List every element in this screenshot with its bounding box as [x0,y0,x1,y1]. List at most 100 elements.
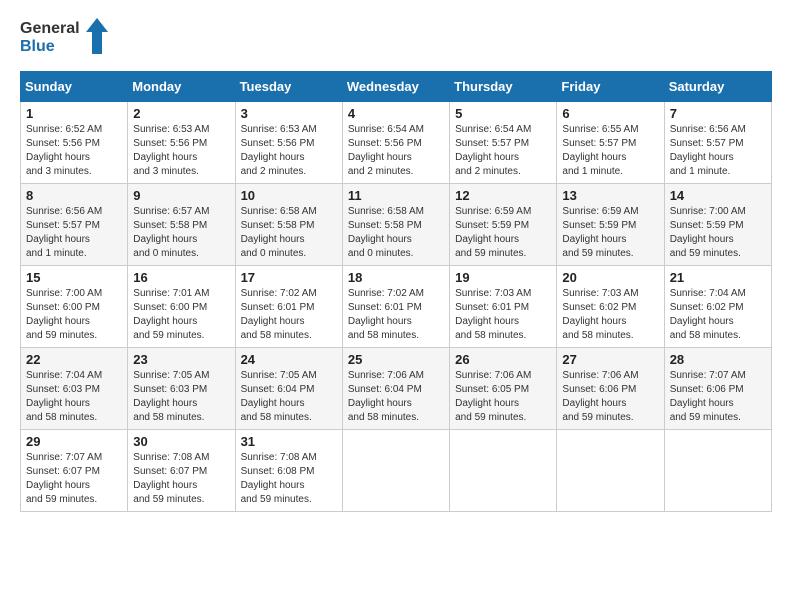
day-detail: Sunrise: 7:06 AMSunset: 6:06 PMDaylight … [562,370,638,423]
day-detail: Sunrise: 7:08 AMSunset: 6:08 PMDaylight … [241,452,317,505]
day-cell: 30Sunrise: 7:08 AMSunset: 6:07 PMDayligh… [128,430,235,512]
day-cell: 19Sunrise: 7:03 AMSunset: 6:01 PMDayligh… [450,266,557,348]
day-header-wednesday: Wednesday [342,72,449,102]
day-number: 28 [670,352,766,367]
day-cell: 14 Sunrise: 7:00 AMSunset: 5:59 PMDayligh… [664,184,771,266]
day-number: 6 [562,106,658,121]
day-detail: Sunrise: 6:59 AMSunset: 5:59 PMDaylight … [455,206,531,259]
day-detail: Sunrise: 7:00 AMSunset: 6:00 PMDaylight … [26,288,102,341]
day-number: 10 [241,188,337,203]
day-number: 31 [241,434,337,449]
day-detail: Sunrise: 7:04 AMSunset: 6:03 PMDaylight … [26,370,102,423]
day-detail: Sunrise: 7:01 AMSunset: 6:00 PMDaylight … [133,288,209,341]
day-cell: 4 Sunrise: 6:54 AMSunset: 5:56 PMDaylight… [342,102,449,184]
day-cell: 6 Sunrise: 6:55 AMSunset: 5:57 PMDaylight… [557,102,664,184]
day-cell: 15 Sunrise: 7:00 AMSunset: 6:00 PMDayligh… [21,266,128,348]
day-cell: 5 Sunrise: 6:54 AMSunset: 5:57 PMDaylight… [450,102,557,184]
day-detail: Sunrise: 6:58 AMSunset: 5:58 PMDaylight … [241,206,317,259]
day-cell: 17Sunrise: 7:02 AMSunset: 6:01 PMDayligh… [235,266,342,348]
day-detail: Sunrise: 6:55 AMSunset: 5:57 PMDaylight … [562,124,638,177]
day-number: 17 [241,270,337,285]
day-detail: Sunrise: 7:02 AMSunset: 6:01 PMDaylight … [348,288,424,341]
day-detail: Sunrise: 7:05 AMSunset: 6:04 PMDaylight … [241,370,317,423]
day-number: 27 [562,352,658,367]
calendar-table: SundayMondayTuesdayWednesdayThursdayFrid… [20,71,772,512]
day-cell: 20 Sunrise: 7:03 AMSunset: 6:02 PMDayligh… [557,266,664,348]
day-cell: 29Sunrise: 7:07 AMSunset: 6:07 PMDayligh… [21,430,128,512]
day-cell: 7Sunrise: 6:56 AMSunset: 5:57 PMDaylight… [664,102,771,184]
day-number: 22 [26,352,122,367]
day-number: 30 [133,434,229,449]
day-cell: 31 Sunrise: 7:08 AMSunset: 6:08 PMDayligh… [235,430,342,512]
day-cell: 23Sunrise: 7:05 AMSunset: 6:03 PMDayligh… [128,348,235,430]
day-number: 14 [670,188,766,203]
page-header: General Blue [20,20,772,55]
day-detail: Sunrise: 6:54 AMSunset: 5:57 PMDaylight … [455,124,531,177]
day-detail: Sunrise: 7:07 AMSunset: 6:06 PMDaylight … [670,370,746,423]
day-number: 20 [562,270,658,285]
day-detail: Sunrise: 7:03 AMSunset: 6:02 PMDaylight … [562,288,638,341]
day-number: 21 [670,270,766,285]
day-detail: Sunrise: 7:03 AMSunset: 6:01 PMDaylight … [455,288,531,341]
week-row-2: 8Sunrise: 6:56 AMSunset: 5:57 PMDaylight… [21,184,772,266]
day-header-thursday: Thursday [450,72,557,102]
day-number: 13 [562,188,658,203]
logo-triangle-icon [86,18,108,54]
day-cell: 13 Sunrise: 6:59 AMSunset: 5:59 PMDayligh… [557,184,664,266]
day-number: 18 [348,270,444,285]
day-detail: Sunrise: 6:58 AMSunset: 5:58 PMDaylight … [348,206,424,259]
day-detail: Sunrise: 7:06 AMSunset: 6:05 PMDaylight … [455,370,531,423]
week-row-3: 15 Sunrise: 7:00 AMSunset: 6:00 PMDayligh… [21,266,772,348]
day-number: 15 [26,270,122,285]
day-cell [664,430,771,512]
day-header-friday: Friday [557,72,664,102]
day-number: 7 [670,106,766,121]
day-detail: Sunrise: 7:00 AMSunset: 5:59 PMDaylight … [670,206,746,259]
day-header-row: SundayMondayTuesdayWednesdayThursdayFrid… [21,72,772,102]
logo-graphic: General Blue [20,20,80,55]
day-cell: 25Sunrise: 7:06 AMSunset: 6:04 PMDayligh… [342,348,449,430]
day-number: 1 [26,106,122,121]
day-cell: 8Sunrise: 6:56 AMSunset: 5:57 PMDaylight… [21,184,128,266]
day-number: 3 [241,106,337,121]
logo-text-blue: Blue [20,38,80,56]
day-number: 29 [26,434,122,449]
day-number: 4 [348,106,444,121]
day-header-tuesday: Tuesday [235,72,342,102]
week-row-1: 1 Sunrise: 6:52 AMSunset: 5:56 PMDaylight… [21,102,772,184]
logo-text-general: General [20,20,80,38]
day-cell: 28 Sunrise: 7:07 AMSunset: 6:06 PMDayligh… [664,348,771,430]
day-header-sunday: Sunday [21,72,128,102]
day-cell: 22 Sunrise: 7:04 AMSunset: 6:03 PMDayligh… [21,348,128,430]
day-detail: Sunrise: 6:59 AMSunset: 5:59 PMDaylight … [562,206,638,259]
day-detail: Sunrise: 6:57 AMSunset: 5:58 PMDaylight … [133,206,209,259]
day-cell: 11 Sunrise: 6:58 AMSunset: 5:58 PMDayligh… [342,184,449,266]
day-cell: 24 Sunrise: 7:05 AMSunset: 6:04 PMDayligh… [235,348,342,430]
day-cell: 3Sunrise: 6:53 AMSunset: 5:56 PMDaylight… [235,102,342,184]
day-number: 11 [348,188,444,203]
day-cell: 16 Sunrise: 7:01 AMSunset: 6:00 PMDayligh… [128,266,235,348]
day-number: 12 [455,188,551,203]
day-detail: Sunrise: 7:05 AMSunset: 6:03 PMDaylight … [133,370,209,423]
day-detail: Sunrise: 6:52 AMSunset: 5:56 PMDaylight … [26,124,102,177]
logo: General Blue [20,20,108,55]
day-detail: Sunrise: 6:54 AMSunset: 5:56 PMDaylight … [348,124,424,177]
day-number: 16 [133,270,229,285]
day-number: 26 [455,352,551,367]
day-cell: 18 Sunrise: 7:02 AMSunset: 6:01 PMDayligh… [342,266,449,348]
day-cell: 27 Sunrise: 7:06 AMSunset: 6:06 PMDayligh… [557,348,664,430]
week-row-4: 22 Sunrise: 7:04 AMSunset: 6:03 PMDayligh… [21,348,772,430]
day-number: 5 [455,106,551,121]
day-number: 25 [348,352,444,367]
day-cell: 9Sunrise: 6:57 AMSunset: 5:58 PMDaylight… [128,184,235,266]
day-number: 24 [241,352,337,367]
day-number: 2 [133,106,229,121]
day-cell: 12 Sunrise: 6:59 AMSunset: 5:59 PMDayligh… [450,184,557,266]
day-cell: 10 Sunrise: 6:58 AMSunset: 5:58 PMDayligh… [235,184,342,266]
day-cell [342,430,449,512]
day-cell: 2Sunrise: 6:53 AMSunset: 5:56 PMDaylight… [128,102,235,184]
day-cell: 21 Sunrise: 7:04 AMSunset: 6:02 PMDayligh… [664,266,771,348]
day-cell: 1 Sunrise: 6:52 AMSunset: 5:56 PMDaylight… [21,102,128,184]
day-number: 8 [26,188,122,203]
day-detail: Sunrise: 7:04 AMSunset: 6:02 PMDaylight … [670,288,746,341]
